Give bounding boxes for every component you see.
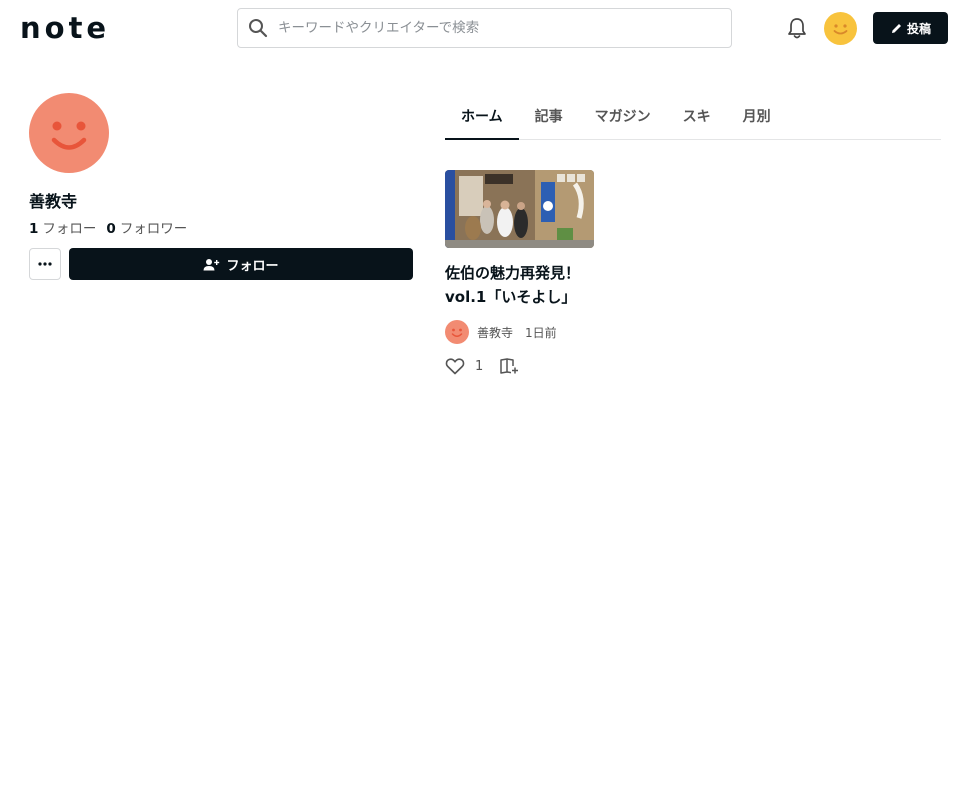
followers-count: 0	[106, 221, 116, 237]
author-name[interactable]: 善教寺	[477, 324, 513, 341]
like-button[interactable]: 1	[445, 357, 483, 375]
user-avatar[interactable]	[824, 12, 857, 45]
search-icon	[249, 19, 268, 38]
header: note 投稿	[0, 0, 966, 56]
search-input[interactable]	[278, 9, 723, 47]
more-icon	[38, 262, 52, 266]
following-link[interactable]: 1 フォロー	[29, 219, 96, 239]
profile-tabs: ホーム 記事 マガジン スキ 月別	[445, 96, 941, 140]
followers-label: フォロワー	[119, 221, 188, 237]
bell-icon[interactable]	[786, 16, 808, 40]
magazine-add-icon	[500, 358, 519, 374]
tab-monthly[interactable]: 月別	[727, 96, 787, 139]
post-button[interactable]: 投稿	[873, 12, 948, 44]
follow-button[interactable]: フォロー	[69, 248, 413, 280]
note-logo[interactable]: note	[20, 11, 120, 45]
tab-likes[interactable]: スキ	[667, 96, 727, 139]
following-label: フォロー	[42, 221, 97, 237]
article-meta: 善教寺 1日前	[445, 320, 595, 344]
more-options-button[interactable]	[29, 248, 61, 280]
article-card: 佐伯の魅力再発見！vol.1「いそよし」 善教寺 1日前 1	[445, 170, 595, 376]
profile-name: 善教寺	[29, 192, 78, 211]
article-thumbnail[interactable]	[445, 170, 594, 248]
post-button-label: 投稿	[906, 21, 931, 36]
pencil-icon	[891, 23, 901, 33]
heart-icon	[445, 358, 465, 375]
follow-button-label: フォロー	[226, 258, 279, 274]
svg-text:note: note	[20, 13, 110, 43]
article-actions: 1	[445, 356, 595, 376]
author-avatar[interactable]	[445, 320, 469, 344]
tab-articles[interactable]: 記事	[519, 96, 579, 139]
tab-home[interactable]: ホーム	[445, 96, 519, 140]
following-count: 1	[29, 221, 39, 237]
article-title[interactable]: 佐伯の魅力再発見！vol.1「いそよし」	[445, 261, 595, 309]
tab-magazines[interactable]: マガジン	[579, 96, 667, 139]
add-to-magazine-button[interactable]	[499, 357, 519, 375]
followers-link[interactable]: 0 フォロワー	[106, 219, 187, 239]
like-count: 1	[475, 358, 484, 374]
profile-avatar	[29, 93, 109, 173]
follow-stats: 1 フォロー 0 フォロワー	[29, 219, 193, 239]
person-add-icon	[203, 258, 220, 270]
search-box	[237, 8, 732, 48]
article-time: 1日前	[525, 325, 557, 340]
